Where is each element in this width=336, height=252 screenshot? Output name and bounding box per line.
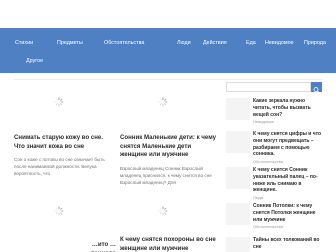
nav-item-eda[interactable]: Еда [246,39,256,47]
nav-item-predmety[interactable]: Предметы [57,39,83,47]
loading-spinner-icon [158,97,168,107]
sidebar-item[interactable]: Тайны всех толкований во сне [226,237,322,252]
sidebar-item-category[interactable]: Обстоятельства [253,224,322,230]
sidebar-thumbnail [226,131,250,153]
category-nav: Стихии Предметы Обстоятельства Люди Дейс… [0,28,336,73]
search-input[interactable] [226,82,311,92]
nav-item-deystviya[interactable]: Действия [203,39,227,47]
card-title-2[interactable]: Сонник Маленькие дети: к чему снятся Мал… [120,134,220,160]
sidebar-thumbnail [226,237,250,252]
sidebar-thumbnail [226,203,250,225]
card-excerpt-2: Взрослый младенец Сонник Взрослый младен… [120,166,212,185]
header-strip [0,0,336,28]
sidebar-item[interactable]: К чему снятся цифры и что они могут пред… [226,131,322,165]
sidebar-item-title[interactable]: Сонник Потолки: к чему снятся Потолки же… [253,203,322,223]
nav-item-drugoe[interactable]: Другое [26,57,43,65]
nav-item-priroda[interactable]: Природа [304,39,326,47]
sidebar-item-category[interactable]: Люди [253,195,322,201]
nav-item-stihii[interactable]: Стихии [15,39,33,47]
loading-spinner-icon [158,206,168,216]
sidebar-item-title[interactable]: К чему снятся цифры и что они могут пред… [253,131,322,158]
sidebar-item[interactable]: Сонник Потолки: к чему снятся Потолки же… [226,203,322,233]
card-title-4[interactable]: К чему снятся похороны во сне женщине ил… [120,236,220,252]
nav-item-nevidomoe[interactable]: Невидомое [265,39,294,47]
sidebar-item-title[interactable]: К чему снится Сонник указательный палец … [253,167,322,194]
loading-spinner-icon [54,206,64,216]
card-title-3[interactable]: …ито …психоло [72,241,116,252]
nav-divider [14,79,322,80]
sidebar-item-category[interactable]: Обстоятельства [253,159,322,165]
search-button[interactable] [311,82,322,93]
card-excerpt-1: Сон о коже с потовы во сне означает быть… [14,157,105,176]
nav-item-lyudi[interactable]: Люди [177,39,191,47]
loading-spinner-icon [54,97,64,107]
sidebar-thumbnail [226,167,250,189]
page: Стихии Предметы Обстоятельства Люди Дейс… [0,0,336,252]
card-title-1[interactable]: Снимать старую кожу во сне. Что значит к… [14,134,114,151]
sidebar-item-title[interactable]: Какие зеркала нужно читать, чтобы вызват… [253,98,322,118]
sidebar-item[interactable]: К чему снится Сонник указательный палец … [226,167,322,201]
sidebar-thumbnail [226,98,250,120]
sidebar-item[interactable]: Какие зеркала нужно читать, чтобы вызват… [226,98,322,128]
sidebar-item-category[interactable]: Невидомое [253,119,322,125]
search-icon [313,87,320,93]
sidebar-item-title[interactable]: Тайны всех толкований во сне [253,237,322,251]
nav-item-obstoyatelstva[interactable]: Обстоятельства [104,39,144,47]
